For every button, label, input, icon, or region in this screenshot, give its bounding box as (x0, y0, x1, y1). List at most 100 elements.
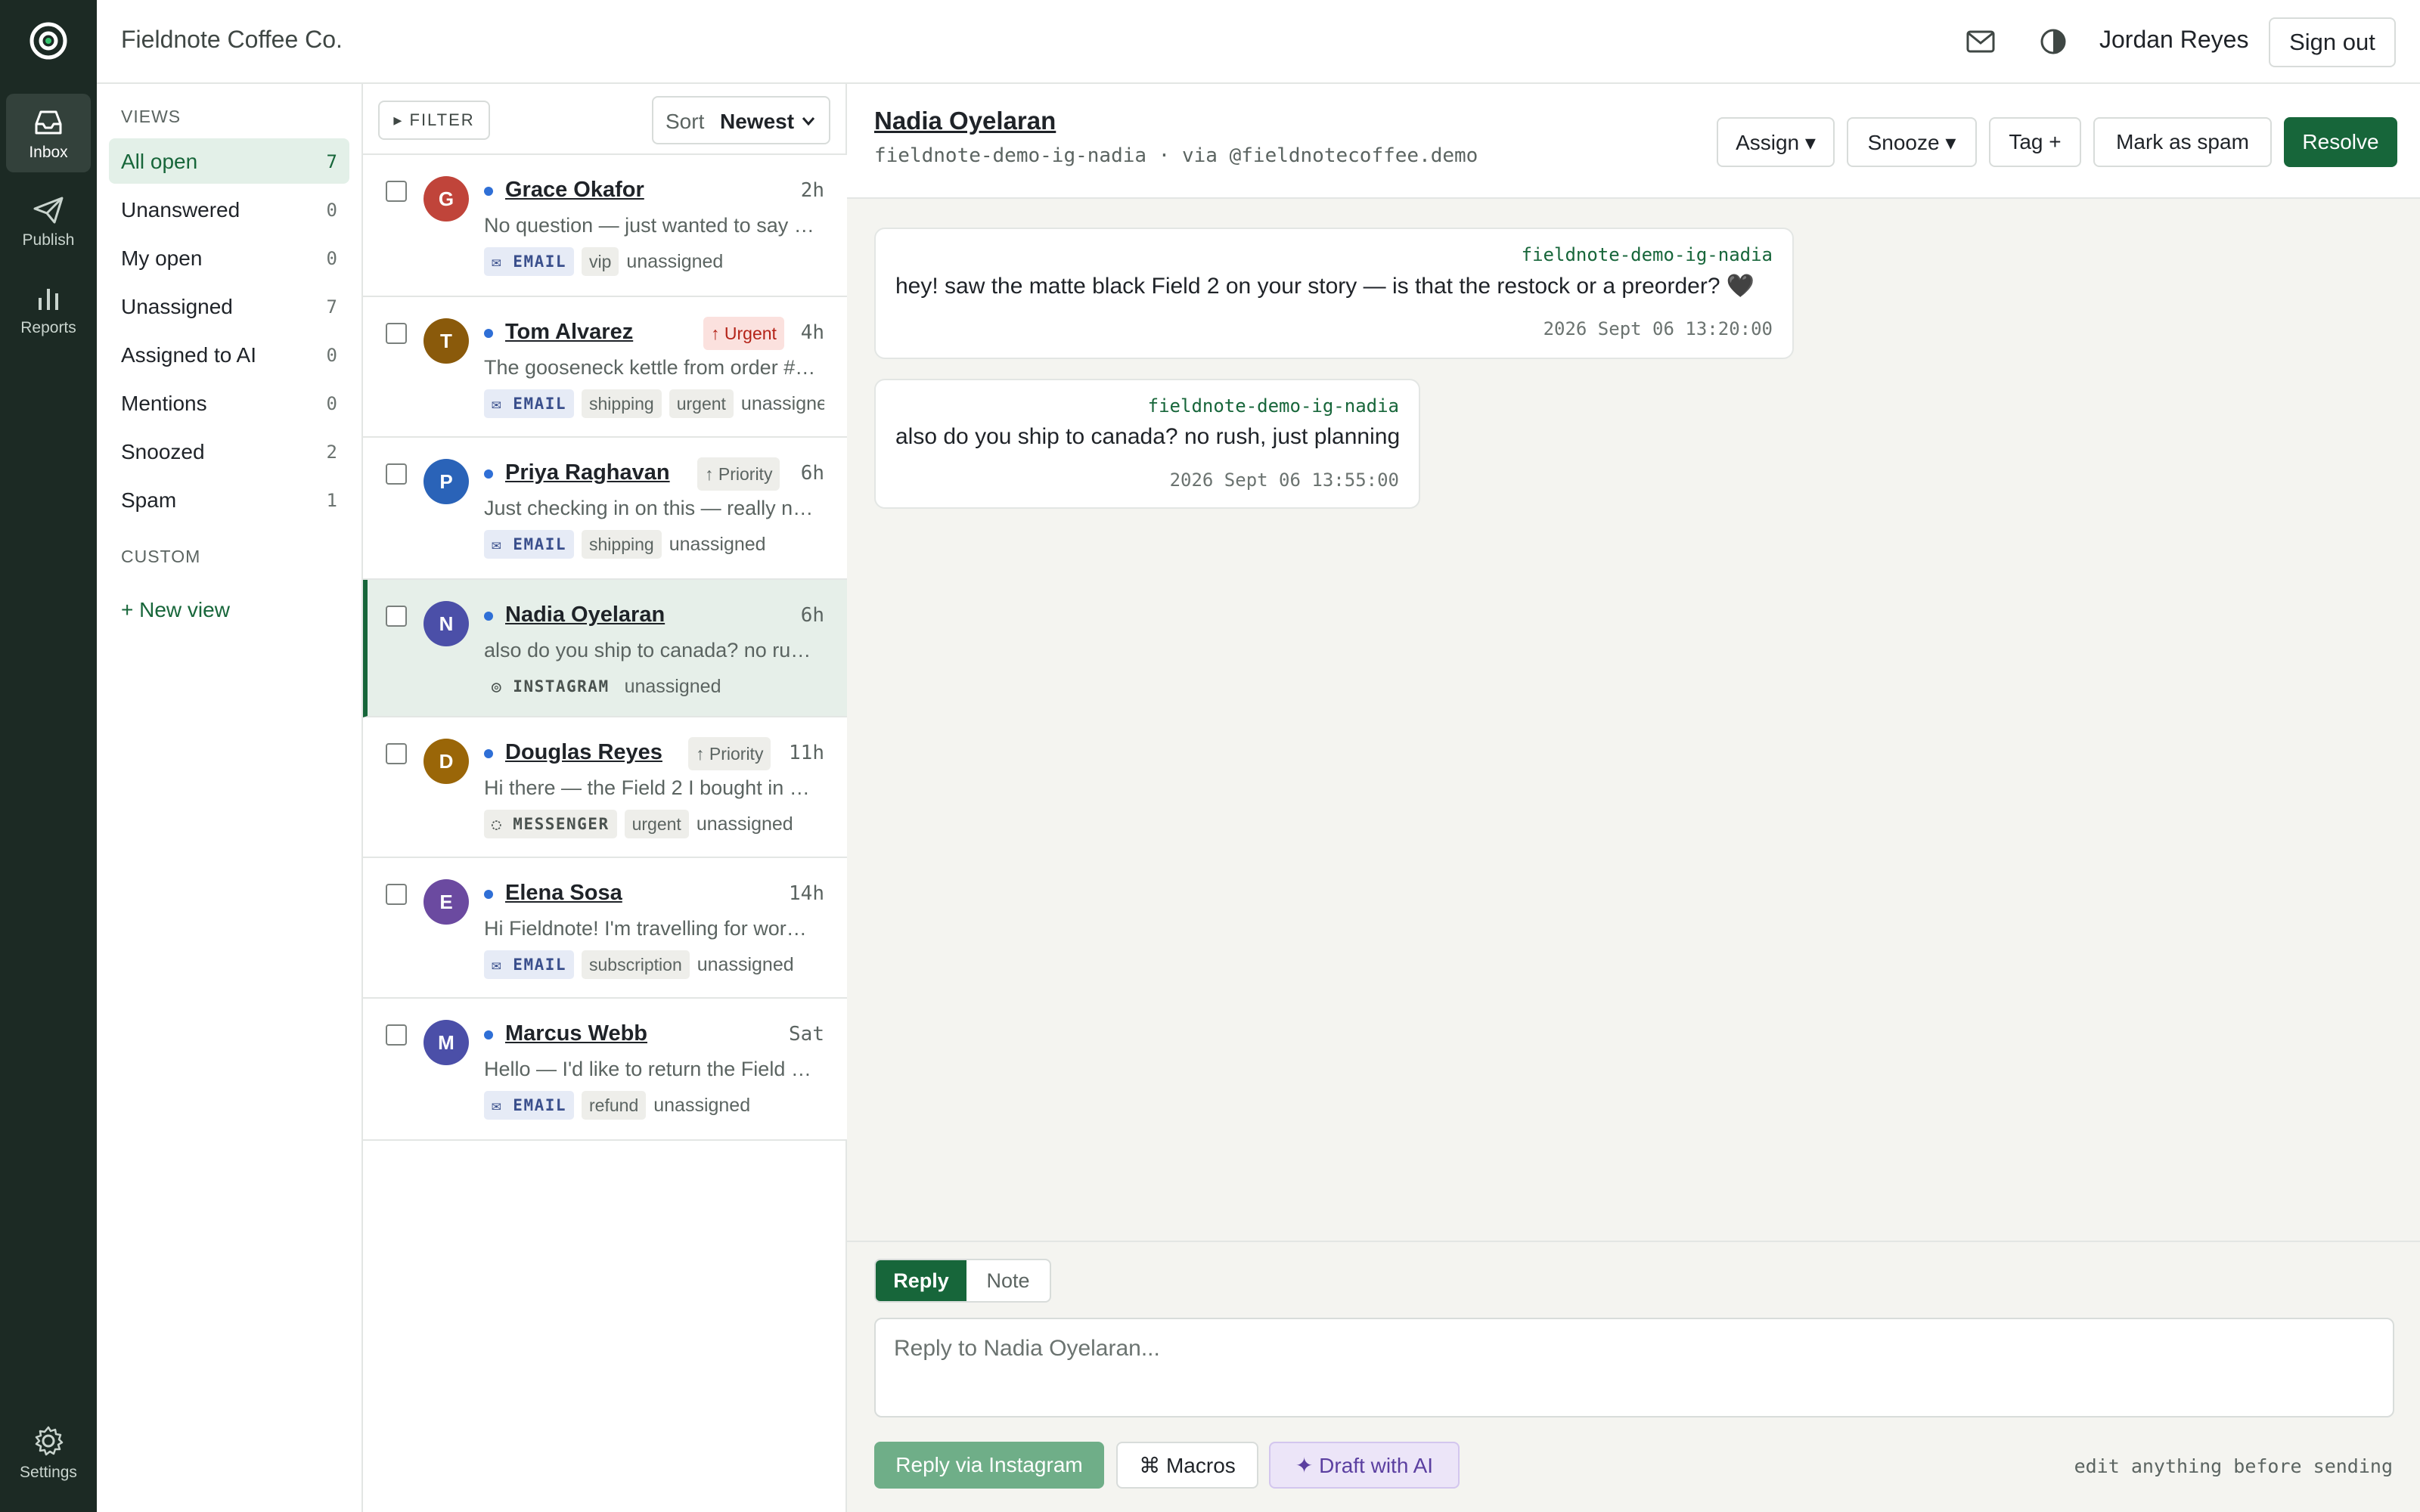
view-count: 7 (326, 296, 337, 318)
contact-name[interactable]: Grace Okafor (505, 178, 644, 203)
mail-icon: ✉ (492, 535, 513, 553)
tab-reply[interactable]: Reply (876, 1260, 966, 1301)
contact-name[interactable]: Nadia Oyelaran (505, 603, 665, 627)
view-item-snoozed[interactable]: Snoozed 2 (109, 429, 349, 474)
view-count: 7 (326, 151, 337, 172)
conversation-row-selected[interactable]: N Nadia Oyelaran 6h also do you ship to … (363, 580, 847, 717)
theme-toggle-icon[interactable] (2037, 26, 2069, 61)
conversation-tags: ✉ EMAIL shipping unassigned (484, 530, 824, 560)
view-item-all-open[interactable]: All open 7 (109, 138, 349, 184)
views-sidebar: VIEWS All open 7 Unanswered 0 My open 0 … (97, 84, 363, 1512)
tag-button[interactable]: Tag + (1989, 117, 2081, 167)
top-bar: Fieldnote Coffee Co. Jordan Reyes Sign o… (97, 0, 2420, 84)
mark-as-spam-button[interactable]: Mark as spam (2093, 117, 2272, 167)
draft-with-ai-button[interactable]: ✦ Draft with AI (1269, 1442, 1460, 1489)
conversation-preview: Hi Fieldnote! I'm travelling for work ne… (484, 917, 817, 940)
assignee: unassigned (624, 676, 721, 697)
conversation-row[interactable]: P Priya Raghavan ↑ Priority 6h Just chec… (363, 438, 847, 580)
reply-composer: Reply Note Reply via Instagram ⌘ Macros … (847, 1241, 2420, 1512)
sort-select[interactable]: Sort Newest (652, 96, 830, 144)
conversation-row[interactable]: E Elena Sosa 14h Hi Fieldnote! I'm trave… (363, 858, 847, 999)
conversation-row[interactable]: D Douglas Reyes ↑ Priority 11h Hi there … (363, 717, 847, 858)
avatar: P (424, 459, 469, 504)
rail-item-inbox[interactable]: Inbox (6, 94, 91, 172)
contact-name[interactable]: Marcus Webb (505, 1021, 647, 1046)
reply-input[interactable] (874, 1318, 2394, 1418)
resolve-button[interactable]: Resolve (2284, 117, 2397, 167)
tag: shipping (582, 389, 662, 418)
conversation-source: fieldnote-demo-ig-nadia · via @fieldnote… (874, 144, 1478, 167)
mail-icon[interactable] (1965, 26, 1996, 61)
view-label: Unassigned (121, 295, 233, 318)
unread-dot (484, 329, 493, 338)
view-item-spam[interactable]: Spam 1 (109, 477, 349, 522)
conversation-time: 6h (800, 462, 824, 485)
view-item-mentions[interactable]: Mentions 0 (109, 380, 349, 426)
rail-item-settings[interactable]: Settings (6, 1414, 91, 1492)
gear-icon (35, 1426, 64, 1456)
channel-badge: ◎ INSTAGRAM (492, 677, 610, 696)
unread-dot (484, 1030, 493, 1040)
assignee: unassigned (626, 251, 724, 272)
conversation-row[interactable]: T Tom Alvarez ↑ Urgent 4h The gooseneck … (363, 297, 847, 438)
reply-via-instagram-button[interactable]: Reply via Instagram (874, 1442, 1104, 1489)
row-checkbox[interactable] (386, 743, 407, 764)
view-count: 0 (326, 248, 337, 269)
view-item-unassigned[interactable]: Unassigned 7 (109, 284, 349, 329)
mail-icon: ✉ (492, 395, 513, 413)
channel-badge: ◌ MESSENGER (484, 810, 617, 838)
filter-button[interactable]: ▸ FILTER (378, 101, 490, 140)
composer-hint: edit anything before sending (2074, 1455, 2393, 1477)
user-name[interactable]: Jordan Reyes (2099, 26, 2248, 54)
rail-item-reports[interactable]: Reports (6, 269, 91, 348)
assignee: unassigned (740, 393, 824, 414)
view-count: 0 (326, 200, 337, 221)
view-label: Assigned to AI (121, 343, 257, 367)
snooze-button[interactable]: Snooze ▾ (1847, 117, 1977, 167)
inbox-icon (35, 110, 62, 135)
contact-name[interactable]: Priya Raghavan (505, 460, 670, 485)
view-item-my-open[interactable]: My open 0 (109, 235, 349, 280)
conversation-tags: ◎ INSTAGRAM unassigned (484, 672, 824, 702)
conversation-preview: Just checking in on this — really need t… (484, 497, 817, 519)
row-checkbox[interactable] (386, 884, 407, 905)
row-checkbox[interactable] (386, 323, 407, 344)
row-checkbox[interactable] (386, 606, 407, 627)
message-bubble: fieldnote-demo-ig-nadia also do you ship… (874, 379, 1420, 509)
list-toolbar: ▸ FILTER Sort Newest (363, 84, 847, 155)
send-icon (33, 197, 64, 224)
assignee: unassigned (653, 1095, 751, 1116)
channel-badge: ✉ EMAIL (484, 530, 575, 559)
row-checkbox[interactable] (386, 181, 407, 202)
priority-badge: ↑ Priority (688, 737, 771, 770)
assign-button[interactable]: Assign ▾ (1717, 117, 1835, 167)
conversation-contact-name[interactable]: Nadia Oyelaran (874, 107, 1056, 135)
messenger-icon: ◌ (492, 815, 513, 833)
new-view-button[interactable]: + New view (121, 598, 230, 622)
tag: urgent (669, 389, 734, 418)
avatar: T (424, 318, 469, 364)
unread-dot (484, 469, 493, 479)
view-item-unanswered[interactable]: Unanswered 0 (109, 187, 349, 232)
conversation-row[interactable]: G Grace Okafor 2h No question — just wan… (363, 155, 847, 297)
tab-note[interactable]: Note (966, 1260, 1050, 1301)
rail-item-publish[interactable]: Publish (6, 181, 91, 260)
conversation-pane: Nadia Oyelaran fieldnote-demo-ig-nadia ·… (847, 84, 2420, 1512)
macros-button[interactable]: ⌘ Macros (1116, 1442, 1258, 1489)
conversation-row[interactable]: M Marcus Webb Sat Hello — I'd like to re… (363, 999, 847, 1141)
message-timestamp: 2026 Sept 06 13:20:00 (1543, 318, 1773, 339)
contact-name[interactable]: Douglas Reyes (505, 740, 662, 765)
conversation-preview: Hi there — the Field 2 I bought in March… (484, 776, 817, 799)
view-item-assigned-to-ai[interactable]: Assigned to AI 0 (109, 332, 349, 377)
sign-out-button[interactable]: Sign out (2269, 17, 2396, 67)
view-count: 0 (326, 393, 337, 414)
contact-name[interactable]: Elena Sosa (505, 881, 622, 906)
row-checkbox[interactable] (386, 1024, 407, 1046)
brand-name: Fieldnote Coffee Co. (121, 26, 343, 53)
conversation-time: Sat (789, 1023, 824, 1046)
tag: refund (582, 1091, 647, 1120)
app-logo[interactable] (29, 21, 68, 60)
contact-name[interactable]: Tom Alvarez (505, 320, 633, 345)
custom-views-heading: CUSTOM (121, 547, 201, 566)
row-checkbox[interactable] (386, 463, 407, 485)
